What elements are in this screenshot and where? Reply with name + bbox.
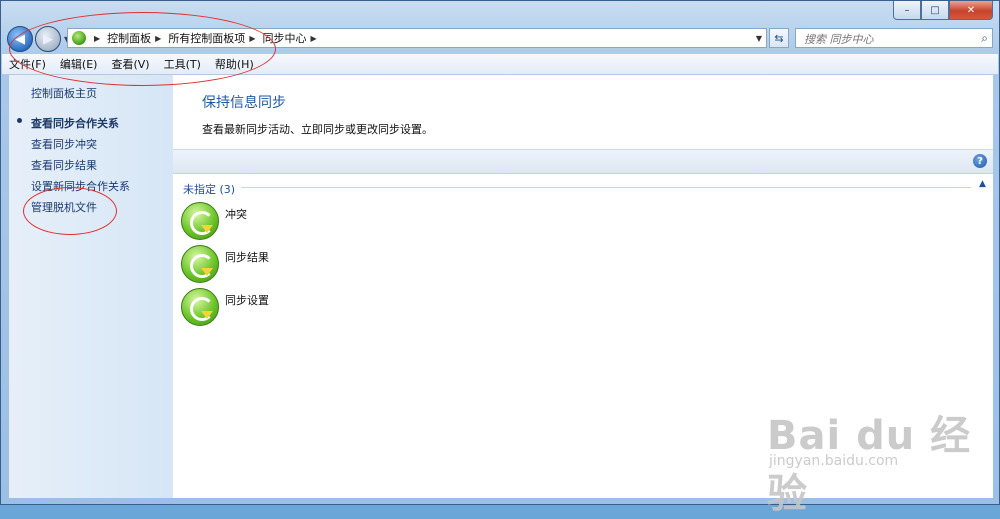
window: – □ ✕ ◀ ▶ ▼ ▶ 控制面板 ▶ 所有控制面板项 ▶ 同步中心 ▶ ▼ … [0, 0, 1000, 517]
sidebar-item-view-sync-results[interactable]: 查看同步结果 [31, 157, 97, 173]
search-input[interactable] [802, 30, 976, 48]
address-dropdown-icon[interactable]: ▼ [756, 34, 762, 43]
chevron-right-icon[interactable]: ▶ [310, 34, 316, 43]
refresh-icon: ⇆ [774, 31, 784, 45]
list-item-label: 同步设置 [225, 294, 269, 307]
sync-icon [181, 245, 219, 283]
list-item-sync-results[interactable]: 同步结果 [181, 245, 381, 285]
collapse-chevron-icon[interactable]: ▲ [979, 179, 986, 189]
sidebar-item-view-sync-partnerships[interactable]: 查看同步合作关系 [31, 115, 119, 131]
group-header-unspecified[interactable]: 未指定 (3) [183, 181, 235, 197]
caption-buttons: – □ ✕ [893, 1, 993, 20]
watermark-url: jingyan.baidu.com [769, 453, 899, 469]
list-item-conflicts[interactable]: 冲突 [181, 202, 381, 242]
help-icon[interactable]: ? [973, 154, 987, 168]
active-bullet-icon [17, 118, 22, 123]
minimize-button[interactable]: – [893, 1, 921, 20]
search-box[interactable]: ⌕ [795, 28, 993, 48]
close-button[interactable]: ✕ [949, 1, 993, 20]
annotation-ellipse-navigation [9, 12, 276, 86]
sidebar-item-view-sync-conflicts[interactable]: 查看同步冲突 [31, 136, 97, 152]
maximize-button[interactable]: □ [921, 1, 949, 20]
list-item-sync-settings[interactable]: 同步设置 [181, 288, 381, 328]
baidu-watermark: Bai du 经验 jingyan.baidu.com [767, 403, 999, 519]
refresh-button[interactable]: ⇆ [769, 28, 789, 48]
sync-icon [181, 288, 219, 326]
page-description: 查看最新同步活动、立即同步或更改同步设置。 [202, 123, 433, 136]
sidebar-item-control-panel-home[interactable]: 控制面板主页 [31, 85, 97, 101]
search-icon[interactable]: ⌕ [981, 31, 988, 46]
command-toolbar: ? [173, 149, 993, 174]
list-item-label: 同步结果 [225, 251, 269, 264]
page-title: 保持信息同步 [202, 95, 286, 111]
sync-icon [181, 202, 219, 240]
group-divider [241, 187, 971, 188]
list-item-label: 冲突 [225, 208, 247, 221]
sidebar: 控制面板主页 查看同步合作关系 查看同步冲突 查看同步结果 设置新同步合作关系 … [9, 75, 173, 498]
annotation-ellipse-manage-offline [23, 187, 117, 235]
